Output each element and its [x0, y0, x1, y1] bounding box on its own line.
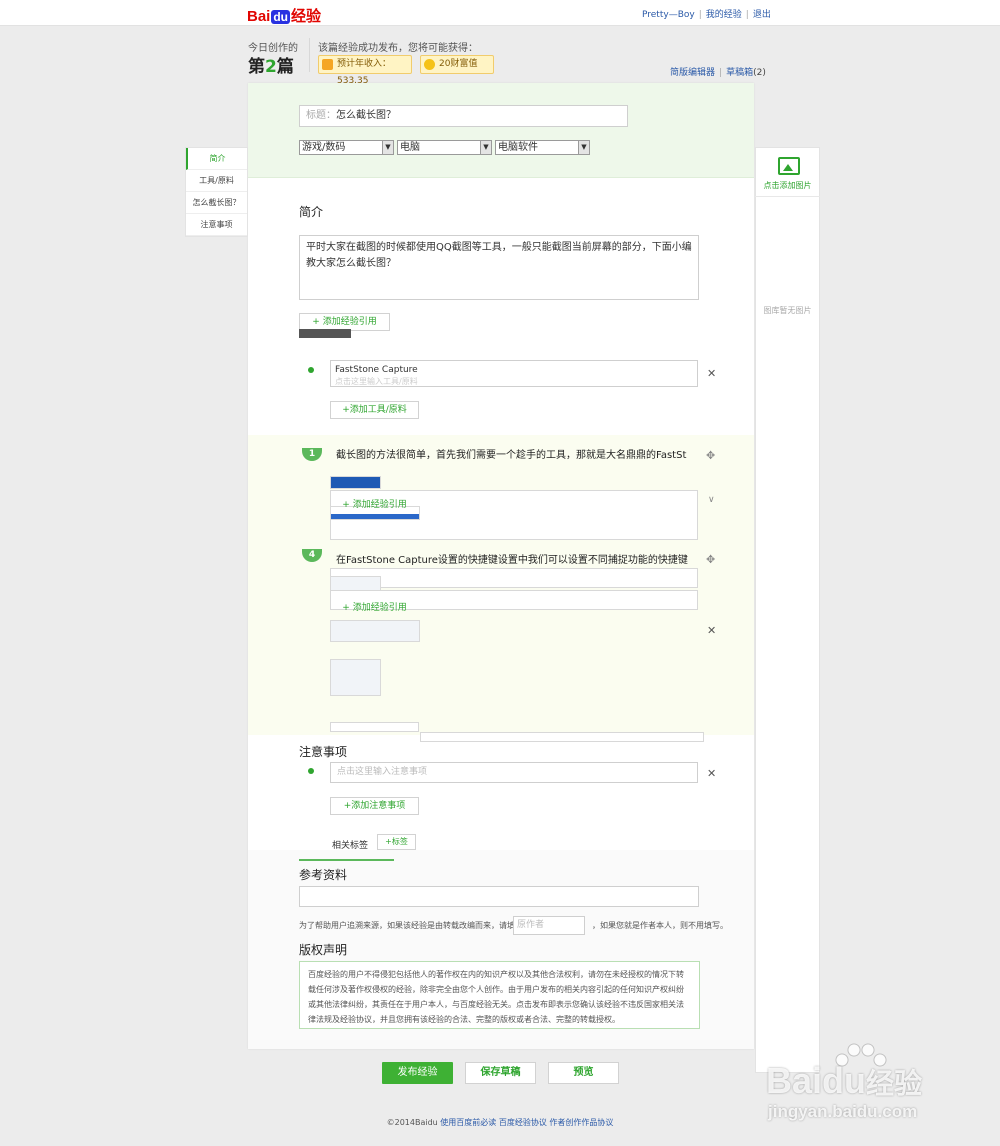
wealth-badge: 20财富值	[420, 55, 494, 74]
intro-textarea[interactable]: 平时大家在截图的时候都使用QQ截图等工具，一般只能截图当前屏幕的部分，下面小编教…	[299, 235, 699, 300]
no-image-text: 图库暂无图片	[763, 306, 812, 315]
footer-link-guide[interactable]: 使用百度前必读	[440, 1118, 496, 1127]
step-thumbnail[interactable]	[330, 476, 381, 489]
notes-heading: 注意事项	[299, 745, 348, 759]
reference-heading: 参考资料	[299, 868, 348, 882]
side-nav-item-steps[interactable]: 怎么截长图？	[186, 192, 247, 214]
close-icon[interactable]: ✕	[707, 767, 716, 780]
copyright-text: 百度经验的用户不得侵犯包括他人的著作权在内的知识产权以及其他合法权利，请勿在未经…	[299, 961, 700, 1029]
bullet-icon	[308, 768, 314, 774]
add-tool-button[interactable]: +添加工具/原料	[330, 401, 419, 419]
today-count: 第2篇	[248, 57, 294, 77]
coin-icon	[424, 59, 435, 70]
side-nav-item-tools[interactable]: 工具/原料	[186, 170, 247, 192]
income-icon	[322, 59, 333, 70]
reference-note-2: ，如果您就是作者本人，则不用填写。	[592, 921, 728, 930]
step-thumbnail[interactable]	[330, 620, 420, 642]
bullet-icon	[308, 367, 314, 373]
watermark-brand: Baidu经验	[766, 1060, 923, 1101]
title-section	[248, 83, 754, 178]
copyright-heading: 版权声明	[299, 943, 348, 957]
chevron-down-icon[interactable]: ∨	[708, 495, 715, 505]
tools-heading-bar	[299, 329, 351, 338]
drag-handle-icon[interactable]: ✥	[706, 553, 715, 566]
save-draft-button[interactable]: 保存草稿	[465, 1062, 536, 1084]
intro-heading: 简介	[299, 205, 324, 219]
image-icon	[778, 157, 800, 175]
footer-link-agreement[interactable]: 百度经验协议	[499, 1118, 547, 1127]
dropdown-arrow-icon: ▼	[578, 141, 589, 154]
add-tag-button[interactable]: +标签	[377, 834, 416, 850]
step-editor-4[interactable]	[330, 568, 698, 588]
simple-editor-link[interactable]: 简版编辑器	[670, 68, 715, 78]
logout-link[interactable]: 退出	[753, 10, 771, 20]
close-icon[interactable]: ✕	[707, 624, 716, 637]
category-select-3[interactable]: 电脑软件 ▼	[495, 140, 590, 155]
dropdown-arrow-icon: ▼	[480, 141, 491, 154]
drag-handle-icon[interactable]: ✥	[706, 449, 715, 462]
dropdown-arrow-icon: ▼	[382, 141, 393, 154]
step-text-1[interactable]: 截长图的方法很简单，首先我们需要一个趁手的工具，那就是大名鼎鼎的FastSt	[336, 446, 691, 466]
category-select-2[interactable]: 电脑 ▼	[397, 140, 492, 155]
divider	[309, 38, 310, 72]
tool-input[interactable]: FastStone Capture 点击这里输入工具/原料	[330, 360, 698, 387]
add-image-button[interactable]: 点击添加图片	[755, 147, 820, 197]
step1-add-ref-button[interactable]: + 添加经验引用	[330, 497, 419, 515]
reference-input[interactable]	[299, 886, 699, 907]
title-input[interactable]: 标题：怎么截长图？	[299, 105, 628, 127]
reference-note: 为了帮助用户追溯来源，如果该经验是由转载改编而来，请填写	[299, 921, 523, 930]
step4-add-ref-button[interactable]: + 添加经验引用	[330, 600, 419, 618]
step-button-stub[interactable]	[420, 732, 704, 742]
drafts-link[interactable]: 草稿箱	[726, 68, 753, 78]
image-library-panel	[755, 147, 820, 1073]
author-input[interactable]: 原作者	[513, 916, 585, 935]
preview-button[interactable]: 预览	[548, 1062, 619, 1084]
side-nav: 简介 工具/原料 怎么截长图？ 注意事项	[185, 147, 248, 237]
side-nav-item-notes[interactable]: 注意事项	[186, 214, 247, 236]
my-experience-link[interactable]: 我的经验	[706, 10, 742, 20]
step-button-stub[interactable]	[330, 722, 419, 732]
add-note-button[interactable]: +添加注意事项	[330, 797, 419, 815]
side-nav-item-intro[interactable]: 简介	[186, 148, 247, 170]
user-links: Pretty—Boy | 我的经验 | 退出	[642, 10, 771, 20]
top-bar	[0, 0, 1000, 26]
watermark-url: jingyan.baidu.com	[768, 1102, 918, 1121]
baidu-jingyan-watermark: Baidu经验 jingyan.baidu.com	[760, 1040, 960, 1140]
notes-input[interactable]: 点击这里输入注意事项	[330, 762, 698, 783]
reward-label: 该篇经验成功发布，您将可能获得：	[318, 43, 478, 54]
publish-button[interactable]: 发布经验	[382, 1062, 453, 1084]
category-select-1[interactable]: 游戏/数码 ▼	[299, 140, 394, 155]
income-badge: 预计年收入：533.35	[318, 55, 412, 86]
close-icon[interactable]: ✕	[707, 367, 716, 380]
reference-underline	[299, 859, 394, 861]
username-link[interactable]: Pretty—Boy	[642, 10, 695, 20]
editor-links: 简版编辑器 | 草稿箱(2)	[670, 68, 766, 78]
step-thumbnail[interactable]	[330, 659, 381, 696]
baidu-jingyan-logo[interactable]: Bai du 经验	[247, 5, 321, 26]
footer-link-author[interactable]: 作者创作作品协议	[549, 1118, 613, 1127]
step-text-4[interactable]: 在FastStone Capture设置的快捷键设置中我们可以设置不同捕捉功能的…	[336, 551, 691, 567]
